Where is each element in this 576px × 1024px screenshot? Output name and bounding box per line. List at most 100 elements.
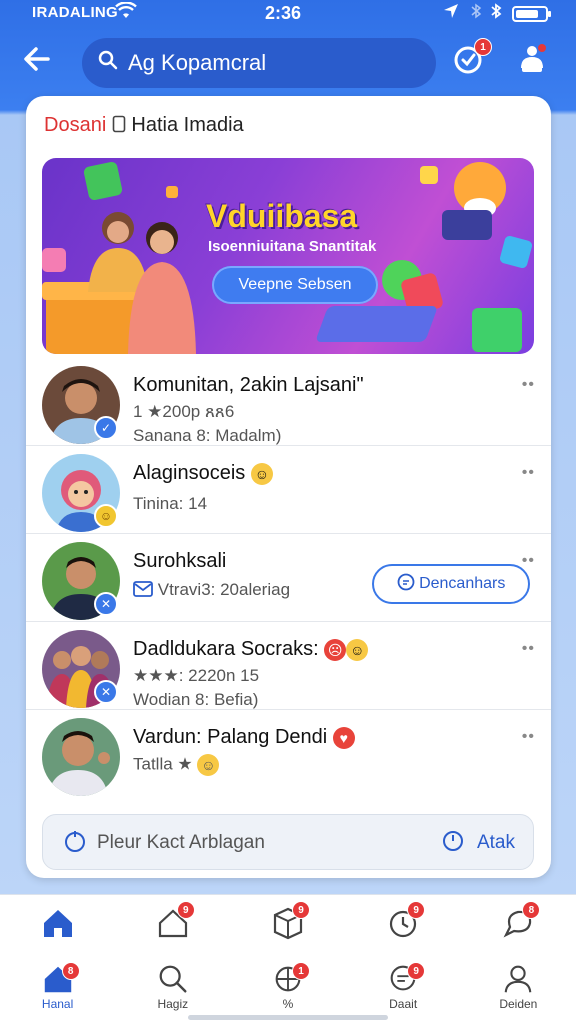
item-name-text: Alaginsoceis [133, 462, 246, 484]
item-name-text: Dadldukara Socraks: [133, 638, 319, 660]
composer-bar[interactable]: Pleur Kact Arblagan Atak [42, 814, 534, 870]
top-bar: Ag Kopamcral 1 [0, 34, 576, 94]
friends-button[interactable] [514, 42, 558, 86]
nav-timer[interactable]: 9 [363, 895, 443, 956]
avatar [42, 718, 120, 796]
tab-messages[interactable]: 9 Daait [363, 956, 443, 1024]
item-name: Alaginsoceis ☺ [133, 462, 273, 485]
banner-headline: Vduiibasa [206, 198, 358, 234]
wifi-icon [115, 1, 137, 25]
item-name-text: Vardun: Palang Dendi [133, 726, 328, 748]
more-options-icon[interactable]: •• [522, 728, 535, 746]
heart-emoji-icon: ♥ [332, 726, 355, 749]
tab-label: Hanal [41, 997, 74, 1011]
notifications-button[interactable]: 1 [452, 38, 496, 86]
tab-badge: 9 [407, 962, 426, 980]
nav-package[interactable]: 9 [248, 895, 328, 956]
search-icon [98, 50, 118, 76]
close-badge-icon: ✕ [94, 592, 118, 616]
list-item[interactable]: ☺ Alaginsoceis ☺ Tinina: 14 •• [26, 446, 551, 534]
verified-badge-icon: ✓ [94, 416, 118, 440]
smile-emoji-icon: ☺ [346, 638, 369, 661]
more-options-icon[interactable]: •• [522, 640, 535, 658]
search-bar[interactable]: Ag Kopamcral [82, 38, 436, 88]
nav-home-outline[interactable]: 9 [133, 895, 213, 956]
composer-action[interactable]: Atak [477, 832, 515, 854]
feed-card: Dosani Hatia Imadia Vduiibasa Isoenniuit… [26, 96, 551, 878]
smile-emoji-icon: ☺ [250, 462, 273, 485]
home-icon [43, 910, 72, 937]
timer-icon [443, 831, 463, 851]
tab-label: Deiden [499, 997, 538, 1011]
list-item[interactable]: ✓ Komunitan, 2akin Lajsani" 1 ★200p ጸጸ6 … [26, 358, 551, 446]
tab-home[interactable]: 8 Hanal [18, 956, 98, 1024]
smile-badge-icon: ☺ [94, 504, 118, 528]
chat-icon [397, 573, 415, 591]
battery-icon [512, 6, 551, 22]
bottom-tab-bar: 8 Hanal Hagiz 1 % 9 Daait Deiden [0, 956, 576, 1024]
item-meta: Vtravi3: 20aleriag [133, 580, 290, 600]
item-subtitle: Sanana 8: Madalm) [133, 426, 282, 445]
list-item[interactable]: ✕ Surohksali Vtravi3: 20aleriag •• Denca… [26, 534, 551, 622]
back-button[interactable] [22, 44, 62, 84]
item-name: Komunitan, 2akin Lajsani" [133, 374, 364, 396]
item-name: Surohksali [133, 550, 227, 572]
nav-home[interactable] [18, 895, 98, 956]
carrier-label: IRADALING [32, 4, 119, 21]
item-meta: 1 ★200p ጸጸ6 [133, 402, 235, 421]
banner-artwork [42, 161, 533, 354]
nav-badge: 9 [176, 901, 195, 919]
nav-badge: 9 [291, 901, 310, 919]
tab-label: Hagiz [157, 997, 189, 1011]
item-meta: Tatlla ★ ☺ [133, 754, 220, 776]
mail-icon [133, 581, 153, 597]
status-bar: IRADALING 2:36 [0, 0, 576, 28]
item-name: Dadldukara Socraks: ☹ ☺ [133, 638, 369, 661]
tab-search[interactable]: Hagiz [133, 956, 213, 1024]
banner-cta-button[interactable]: Veepne Sebsen [212, 266, 378, 304]
more-options-icon[interactable]: •• [522, 552, 535, 570]
people-icon [521, 44, 546, 72]
clock: 2:36 [265, 3, 302, 23]
tab-badge: 8 [61, 962, 80, 980]
search-icon [159, 965, 187, 993]
bluetooth-icon [470, 3, 482, 22]
more-options-icon[interactable]: •• [522, 464, 535, 482]
tab-badge: 1 [291, 962, 310, 980]
item-meta-text: Tatlla ★ [133, 754, 193, 774]
community-list: ✓ Komunitan, 2akin Lajsani" 1 ★200p ጸጸ6 … [26, 358, 551, 798]
banner-subtitle: Isoenniuitana Snantitak [208, 238, 377, 255]
secondary-nav: 9 9 9 8 [0, 894, 576, 956]
promo-banner[interactable]: Vduiibasa Isoenniuitana Snantitak Veepne… [42, 158, 534, 354]
nav-badge: 8 [522, 901, 541, 919]
search-text: Ag Kopamcral [128, 50, 267, 75]
angry-emoji-icon: ☹ [324, 638, 347, 661]
card-title: Dosani Hatia Imadia [44, 114, 244, 137]
item-name: Vardun: Palang Dendi ♥ [133, 726, 355, 749]
tab-profile[interactable]: Deiden [478, 956, 558, 1024]
card-title-text: Hatia Imadia [131, 114, 244, 136]
list-item[interactable]: ✕ Dadldukara Socraks: ☹ ☺ ★★★: 2220n 15 W… [26, 622, 551, 710]
join-button[interactable]: Dencanhars [372, 564, 530, 604]
join-button-label: Dencanhars [419, 575, 506, 592]
item-meta-text: Vtravi3: 20aleriag [157, 580, 291, 599]
item-rating: 1 ★200p ጸጸ6 [133, 402, 234, 422]
timer-icon [65, 831, 85, 852]
item-meta: Tinina: 14 [133, 494, 208, 513]
item-rating: ★★★: 2220n 15 [133, 666, 260, 685]
location-icon [443, 3, 459, 23]
notification-badge: 1 [474, 38, 492, 56]
tab-grid[interactable]: 1 % [248, 956, 328, 1024]
smile-emoji-icon: ☺ [197, 754, 220, 776]
user-icon [505, 965, 532, 993]
more-options-icon[interactable]: •• [522, 376, 535, 394]
bookmark-icon [112, 115, 126, 133]
list-item[interactable]: Vardun: Palang Dendi ♥ Tatlla ★ ☺ •• [26, 710, 551, 798]
card-title-brand: Dosani [44, 114, 107, 136]
item-subtitle: Wodian 8: Befia) [133, 690, 259, 709]
tab-label: Daait [389, 997, 418, 1011]
tab-label: % [282, 997, 294, 1011]
nav-chat[interactable]: 8 [478, 895, 558, 956]
close-badge-icon: ✕ [94, 680, 118, 704]
signal-icon [490, 3, 502, 22]
